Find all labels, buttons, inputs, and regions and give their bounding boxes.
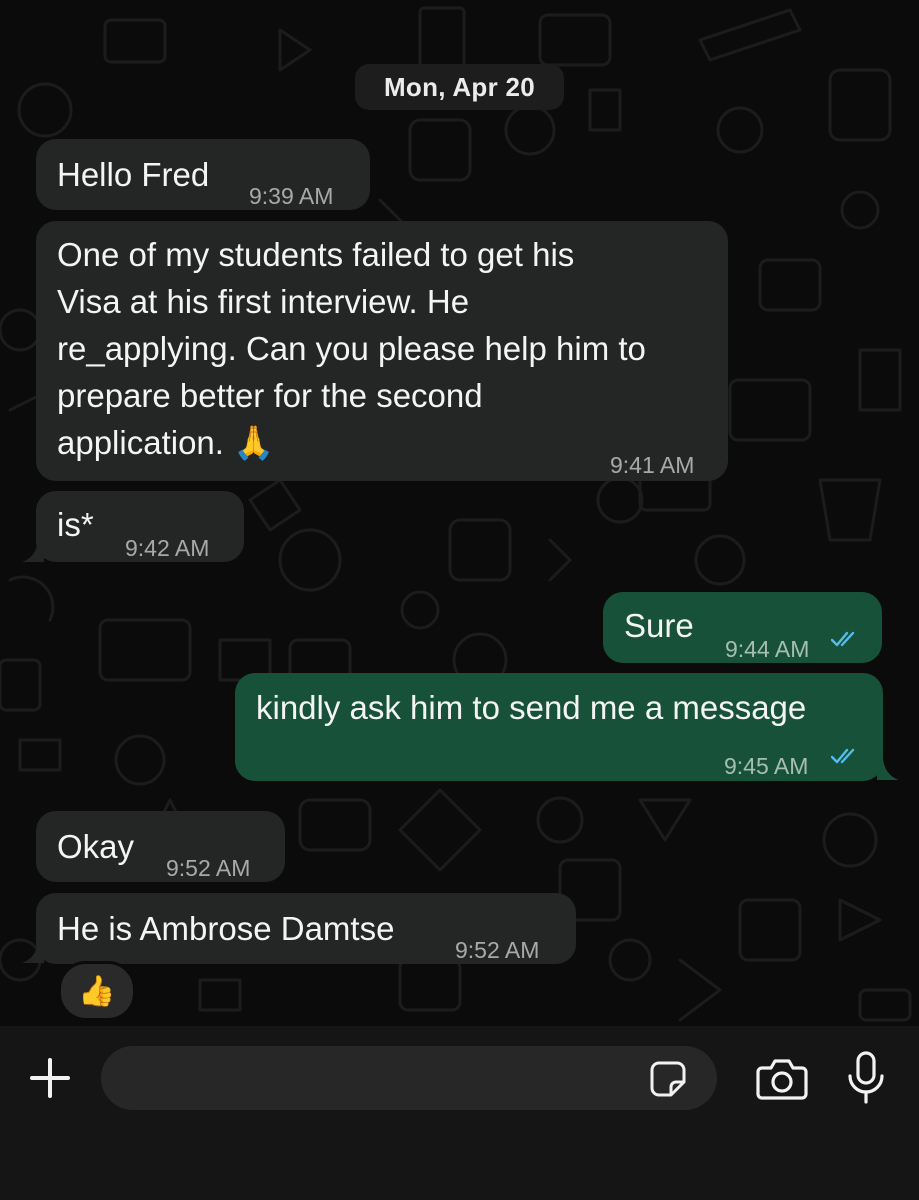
- message-time: 9:39 AM: [249, 183, 334, 209]
- message-time: 9:52 AM: [166, 855, 251, 881]
- message-input-container[interactable]: [101, 1046, 717, 1110]
- message-incoming-1[interactable]: Hello Fred 9:39 AM: [36, 139, 370, 210]
- message-text: is*: [57, 506, 94, 543]
- message-text: kindly ask him to send me a message: [256, 689, 807, 726]
- message-outgoing-1[interactable]: Sure 9:44 AM: [603, 592, 882, 663]
- bubble-tail: [22, 541, 44, 562]
- message-incoming-5[interactable]: He is Ambrose Damtse 9:52 AM: [36, 893, 576, 964]
- message-text-line-3: re_applying. Can you please help him to: [57, 330, 646, 367]
- message-time: 9:42 AM: [125, 535, 210, 561]
- read-receipt-icon: [831, 631, 855, 647]
- message-time: 9:44 AM: [725, 636, 810, 662]
- read-receipt-icon: [831, 748, 855, 764]
- sticker-icon[interactable]: [647, 1058, 689, 1100]
- message-incoming-4[interactable]: Okay 9:52 AM: [36, 811, 285, 882]
- camera-icon[interactable]: [754, 1054, 810, 1102]
- chat-area[interactable]: Mon, Apr 20 Hello Fred 9:39 AM One of my…: [0, 0, 919, 1026]
- plus-icon[interactable]: [24, 1052, 76, 1104]
- message-text-line-4: prepare better for the second: [57, 377, 483, 414]
- message-time: 9:45 AM: [724, 753, 809, 779]
- date-divider: Mon, Apr 20: [355, 64, 564, 110]
- microphone-icon[interactable]: [842, 1048, 890, 1108]
- message-text-line-1: One of my students failed to get his: [57, 236, 575, 273]
- message-composer: [0, 1026, 919, 1200]
- message-text: He is Ambrose Damtse: [57, 910, 395, 947]
- message-input[interactable]: [125, 1056, 649, 1102]
- message-text: Okay: [57, 828, 135, 865]
- message-text-line-5: application. 🙏: [57, 424, 275, 461]
- thumbs-up-reaction: 👍: [78, 974, 116, 1008]
- message-time: 9:52 AM: [455, 937, 540, 963]
- date-divider-label: Mon, Apr 20: [383, 71, 536, 102]
- bubble-tail: [877, 759, 899, 780]
- message-text-line-2: Visa at his first interview. He: [57, 283, 470, 320]
- message-incoming-2[interactable]: One of my students failed to get his Vis…: [36, 221, 728, 481]
- bubble-tail: [22, 942, 44, 963]
- message-time: 9:41 AM: [610, 452, 695, 478]
- message-incoming-3[interactable]: is* 9:42 AM: [36, 491, 244, 562]
- message-outgoing-2[interactable]: kindly ask him to send me a message 9:45…: [235, 673, 883, 781]
- message-text: Hello Fred: [57, 156, 210, 193]
- message-reaction[interactable]: 👍: [58, 961, 136, 1021]
- message-text: Sure: [624, 607, 694, 644]
